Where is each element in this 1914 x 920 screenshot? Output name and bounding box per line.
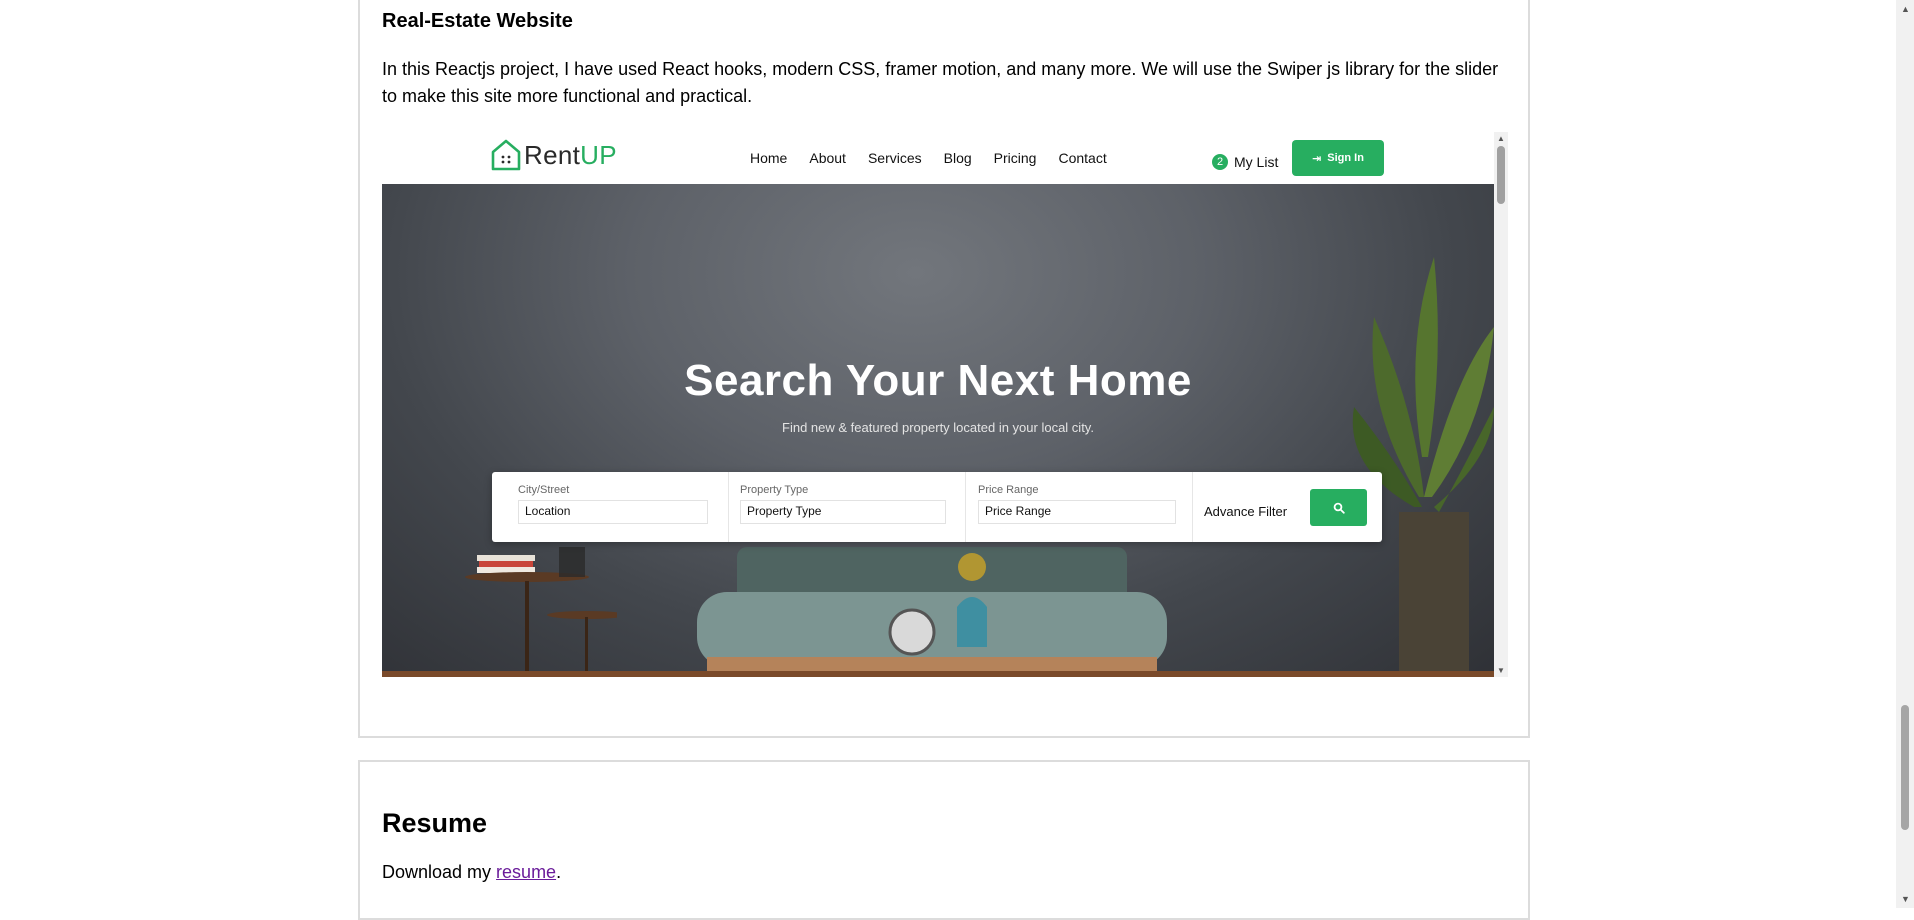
nav-services[interactable]: Services [868, 150, 922, 166]
resume-title: Resume [382, 808, 488, 838]
project-description: In this Reactjs project, I have used Rea… [382, 59, 1499, 106]
property-type-label: Property Type [740, 484, 809, 496]
location-input[interactable]: Location [518, 500, 708, 524]
price-range-field: Price Range Price Range [978, 484, 1176, 524]
resume-text: Download my resume. [382, 862, 561, 883]
nav-pricing[interactable]: Pricing [994, 150, 1037, 166]
hero-subtitle: Find new & featured property located in … [782, 420, 1094, 435]
my-list-link[interactable]: 2 My List [1212, 154, 1278, 170]
page-scrollbar[interactable]: ▲ ▼ [1896, 0, 1914, 908]
side-table-illustration [465, 547, 617, 677]
resume-text-suffix: . [556, 862, 562, 882]
preview-nav-links: Home About Services Blog Pricing Contact [750, 150, 1129, 166]
preview-logo[interactable]: RentUP [490, 138, 617, 172]
page-scroll-down-icon[interactable]: ▼ [1901, 894, 1910, 904]
price-range-input[interactable]: Price Range [978, 500, 1176, 524]
preview-scroll-thumb[interactable] [1497, 146, 1505, 204]
floor-strip [382, 671, 1494, 677]
house-icon [491, 139, 521, 171]
location-label: City/Street [518, 484, 570, 496]
sign-in-button[interactable]: ⇥ Sign In [1292, 140, 1384, 176]
price-range-label: Price Range [978, 484, 1039, 496]
nav-home[interactable]: Home [750, 150, 787, 166]
resume-text-prefix: Download my [382, 862, 497, 882]
preview-navbar: RentUP Home About Services Blog Pricing … [382, 132, 1494, 184]
sign-in-icon: ⇥ [1312, 152, 1322, 165]
field-divider [965, 472, 966, 542]
scroll-down-arrow-icon[interactable]: ▼ [1497, 666, 1505, 675]
sofa-illustration [697, 547, 1167, 677]
my-list-label: My List [1234, 154, 1279, 170]
project-title: Real-Estate Website [382, 10, 573, 32]
hero-title: Search Your Next Home [684, 356, 1192, 405]
property-type-input[interactable]: Property Type [740, 500, 946, 524]
page-scroll-thumb[interactable] [1901, 705, 1909, 830]
resume-link[interactable]: resume [496, 862, 556, 882]
nav-about[interactable]: About [809, 150, 846, 166]
project-card: Real-Estate Website In this Reactjs proj… [358, 0, 1530, 738]
my-list-count-badge: 2 [1212, 154, 1228, 170]
advance-filter-link[interactable]: Advance Filter [1204, 504, 1287, 519]
hero-banner: Search Your Next Home Find new & feature… [382, 184, 1494, 677]
project-preview-frame[interactable]: RentUP Home About Services Blog Pricing … [382, 132, 1508, 677]
property-type-field: Property Type Property Type [740, 484, 946, 524]
search-button[interactable] [1310, 489, 1367, 526]
field-divider [1192, 472, 1193, 542]
location-field: City/Street Location [518, 484, 708, 524]
nav-blog[interactable]: Blog [944, 150, 972, 166]
page-scroll-up-icon[interactable]: ▲ [1901, 4, 1910, 14]
property-search-form: City/Street Location Property Type Prope… [492, 472, 1382, 542]
scroll-up-arrow-icon[interactable]: ▲ [1497, 134, 1505, 143]
resume-card: Resume Download my resume. [358, 760, 1530, 920]
field-divider [728, 472, 729, 542]
logo-text: RentUP [524, 139, 617, 170]
preview-scrollbar[interactable]: ▲ ▼ [1494, 132, 1508, 677]
search-icon [1333, 502, 1345, 514]
nav-contact[interactable]: Contact [1058, 150, 1106, 166]
sign-in-label: Sign In [1327, 152, 1364, 164]
plant-illustration [1352, 257, 1494, 677]
